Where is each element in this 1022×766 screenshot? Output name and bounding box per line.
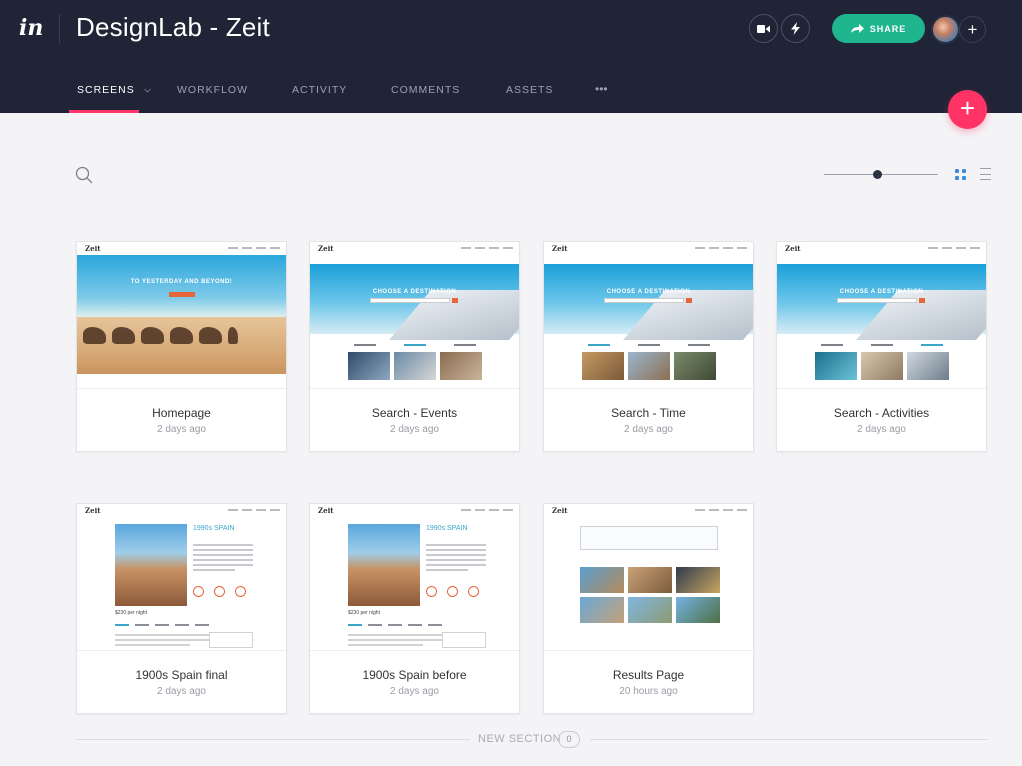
section-count-badge: 0 (558, 731, 580, 748)
video-button[interactable] (749, 14, 778, 43)
screen-timestamp: 20 hours ago (619, 686, 678, 697)
screen-card[interactable]: Zeit TO YESTERDAY AND BEYOND! Homepage 2… (76, 241, 287, 452)
tab-screens[interactable]: SCREENS (77, 84, 151, 96)
project-title: DesignLab - Zeit (76, 12, 270, 42)
invision-logo-icon[interactable]: in (19, 15, 45, 41)
screen-title: Homepage (152, 406, 211, 420)
screen-thumbnail: Zeit 1990s SPAIN $230 per night (77, 504, 286, 651)
chevron-down-icon (143, 88, 151, 93)
screen-card[interactable]: Zeit CHOOSE A DESTINATION Search - Time … (543, 241, 754, 452)
screen-card[interactable]: Zeit 1990s SPAIN $230 per night 1900s Sp… (309, 503, 520, 714)
screen-card[interactable]: Zeit CHOOSE A DESTINATION Search - Activ… (776, 241, 987, 452)
video-camera-icon (757, 24, 770, 33)
new-section-label[interactable]: NEW SECTION (478, 733, 561, 745)
screen-thumbnail: Zeit CHOOSE A DESTINATION (544, 242, 753, 389)
screen-title: Search - Time (611, 406, 686, 420)
user-avatar[interactable] (931, 15, 960, 44)
project-tabs: SCREENS WORKFLOW ACTIVITY COMMENTS ASSET… (0, 72, 1022, 113)
screen-timestamp: 2 days ago (157, 686, 206, 697)
share-button[interactable]: SHARE (832, 14, 925, 43)
section-divider-left (76, 739, 470, 740)
screen-title: Search - Activities (833, 406, 930, 420)
screen-title: Results Page (612, 668, 685, 682)
header-divider (59, 14, 60, 44)
screen-title: Search - Events (371, 406, 458, 420)
zoom-slider-handle[interactable] (873, 170, 882, 179)
screen-timestamp: 2 days ago (390, 424, 439, 435)
tab-comments[interactable]: COMMENTS (391, 84, 460, 96)
grid-view-icon[interactable] (955, 169, 966, 180)
screen-thumbnail: Zeit TO YESTERDAY AND BEYOND! (77, 242, 286, 389)
share-arrow-icon (850, 24, 864, 33)
screen-timestamp: 2 days ago (857, 424, 906, 435)
search-icon[interactable] (75, 166, 93, 184)
screen-card[interactable]: Zeit 1990s SPAIN $230 per night 1900s Sp… (76, 503, 287, 714)
screen-thumbnail: Zeit (544, 504, 753, 651)
screen-thumbnail: Zeit 1990s SPAIN $230 per night (310, 504, 519, 651)
tab-workflow[interactable]: WORKFLOW (177, 84, 248, 96)
tab-assets[interactable]: ASSETS (506, 84, 553, 96)
lightning-icon (791, 22, 800, 35)
lightning-button[interactable] (781, 14, 810, 43)
screen-card[interactable]: Zeit Results Page 20 hours ago (543, 503, 754, 714)
more-options-button[interactable]: ••• (595, 82, 608, 96)
tab-screens-label: SCREENS (77, 84, 135, 96)
share-label: SHARE (869, 23, 907, 34)
section-divider-right (590, 739, 987, 740)
tab-activity[interactable]: ACTIVITY (292, 84, 347, 96)
screen-title: 1900s Spain before (362, 668, 467, 682)
active-tab-indicator (69, 110, 139, 113)
screen-thumbnail: Zeit CHOOSE A DESTINATION (310, 242, 519, 389)
list-view-icon[interactable] (980, 168, 991, 180)
screen-card[interactable]: Zeit CHOOSE A DESTINATION Search - Event… (309, 241, 520, 452)
screen-timestamp: 2 days ago (157, 424, 206, 435)
screen-thumbnail: Zeit CHOOSE A DESTINATION (777, 242, 986, 389)
screen-timestamp: 2 days ago (390, 686, 439, 697)
screen-title: 1900s Spain final (135, 668, 228, 682)
add-screen-button[interactable]: + (948, 90, 987, 129)
top-header: in DesignLab - Zeit SHARE + SCREENS WORK… (0, 0, 1022, 113)
add-collaborator-button[interactable]: + (959, 16, 986, 43)
screen-timestamp: 2 days ago (624, 424, 673, 435)
